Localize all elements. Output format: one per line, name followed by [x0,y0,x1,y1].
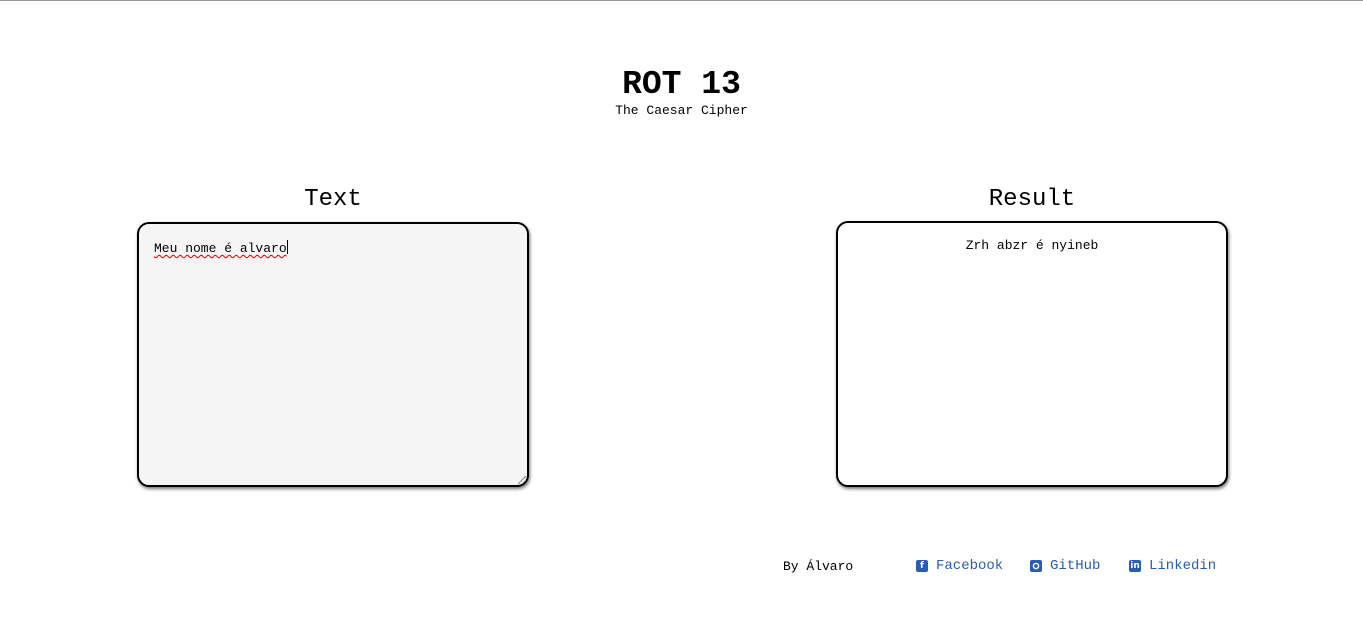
text-input-area[interactable]: Meu nome é alvaro [137,222,529,487]
github-link-label: GitHub [1050,558,1101,574]
facebook-link-label: Facebook [936,558,1004,574]
result-panel-label: Result [988,186,1076,213]
github-link[interactable]: GitHub [1030,557,1100,575]
page-footer: By Álvaro f Facebook GitHub in Linkedin [0,557,1363,577]
result-output-area: Zrh abzr é nyineb [836,221,1228,487]
linkedin-icon: in [1129,560,1141,572]
github-icon [1030,560,1042,572]
page-header: ROT 13 The Caesar Cipher [0,66,1363,118]
input-panel-label: Text [304,186,362,213]
resize-handle[interactable] [518,476,526,484]
linkedin-link-label: Linkedin [1149,558,1217,574]
page-title: ROT 13 [622,66,741,103]
page-subtitle: The Caesar Cipher [615,103,748,118]
linkedin-link[interactable]: in Linkedin [1129,557,1216,575]
result-output-value: Zrh abzr é nyineb [965,238,1099,253]
author-byline: By Álvaro [783,559,854,574]
text-input-value: Meu nome é alvaro [154,241,287,256]
facebook-link[interactable]: f Facebook [916,557,1003,575]
facebook-icon: f [916,560,928,572]
text-cursor [286,240,288,254]
page-top-border [0,0,1363,1]
